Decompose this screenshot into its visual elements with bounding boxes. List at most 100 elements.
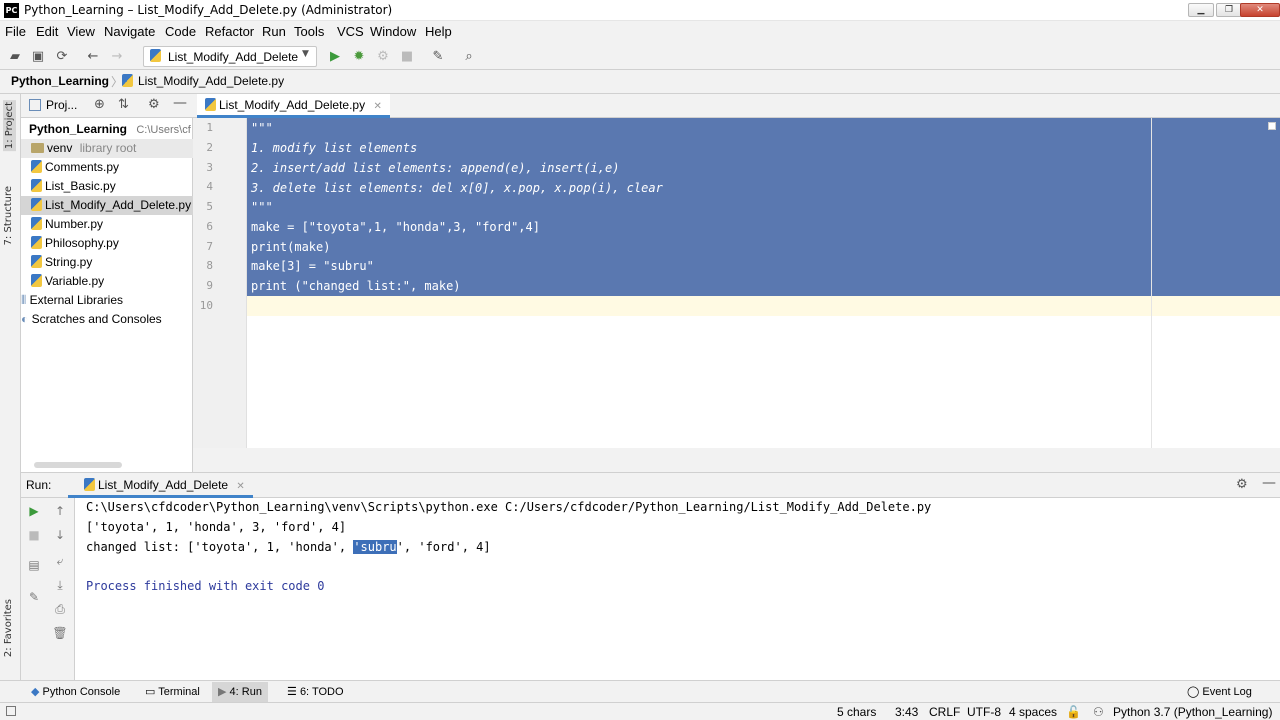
save-icon[interactable]: ▣ — [29, 48, 47, 66]
close-tab-icon[interactable]: ✕ — [373, 101, 381, 112]
line-number: 8 — [206, 259, 213, 272]
terminal-tab[interactable]: ▭ Terminal — [141, 684, 204, 700]
stop-icon[interactable]: ■ — [25, 526, 43, 544]
tree-item-venv[interactable]: venv library root — [21, 139, 193, 158]
todo-label: 6: TODO — [299, 686, 344, 698]
scroll-down-icon[interactable]: ↓ — [51, 526, 69, 544]
hide-panel-icon[interactable]: — — [173, 95, 187, 111]
tree-item-file[interactable]: Variable.py — [21, 272, 193, 291]
event-log-label: Event Log — [1202, 686, 1252, 698]
minimize-button[interactable]: ▁ — [1188, 3, 1214, 17]
trash-icon[interactable]: 🗑 — [51, 624, 69, 642]
project-tool-tab[interactable]: 1: Project — [3, 100, 16, 152]
menu-tools[interactable]: Tools — [294, 24, 324, 39]
search-icon[interactable]: ⌕ — [460, 48, 478, 66]
code-line: """ — [251, 200, 273, 214]
event-log-tab[interactable]: ◯ Event Log — [1183, 684, 1256, 700]
project-view-dropdown[interactable]: Proj... — [46, 98, 77, 112]
line-number: 7 — [206, 240, 213, 253]
scroll-up-icon[interactable]: ↑ — [51, 502, 69, 520]
code-line: make = ["toyota",1, "honda",3, "ford",4] — [251, 220, 540, 234]
print-icon[interactable]: ⎙ — [51, 600, 69, 618]
python-console-tab[interactable]: ◆ Python Console — [27, 684, 124, 700]
chevron-down-icon: ▼ — [302, 49, 309, 59]
tree-item-file[interactable]: String.py — [21, 253, 193, 272]
line-separator[interactable]: CRLF — [929, 705, 960, 719]
breadcrumb-file[interactable]: List_Modify_Add_Delete.py — [138, 74, 284, 88]
open-folder-icon[interactable]: ▰ — [6, 48, 24, 66]
back-arrow-icon[interactable]: ← — [84, 48, 102, 66]
maximize-button[interactable]: ❐ — [1216, 3, 1242, 17]
todo-tab[interactable]: ☰ 6: TODO — [283, 684, 348, 700]
file-encoding[interactable]: UTF-8 — [967, 705, 1001, 719]
code-line: 2. insert/add list elements: append(e), … — [251, 161, 620, 175]
terminal-label: Terminal — [158, 686, 200, 698]
menu-edit[interactable]: Edit — [36, 24, 58, 39]
tree-item-scratches[interactable]: ◐ Scratches and Consoles — [21, 310, 193, 329]
tree-item-file-selected[interactable]: List_Modify_Add_Delete.py — [21, 196, 193, 215]
stop-icon[interactable]: ■ — [398, 48, 416, 66]
menu-view[interactable]: View — [67, 24, 95, 39]
tree-item-external-libraries[interactable]: ⦀ External Libraries — [21, 291, 193, 310]
debug-icon[interactable]: ✹ — [350, 48, 368, 66]
sync-icon[interactable]: ⟳ — [53, 48, 71, 66]
run-configuration-dropdown[interactable]: List_Modify_Add_Delete ▼ — [143, 46, 317, 67]
hide-panel-icon[interactable]: — — [1262, 475, 1276, 491]
project-root-name: Python_Learning — [29, 122, 128, 136]
horizontal-scrollbar[interactable] — [34, 462, 122, 468]
run-configuration-label: List_Modify_Add_Delete — [168, 50, 299, 64]
file-label: List_Basic.py — [45, 179, 116, 193]
run-panel-header: Run: List_Modify_Add_Delete ✕ ⚙ — — [21, 472, 1280, 498]
run-tab[interactable]: List_Modify_Add_Delete ✕ — [68, 473, 253, 498]
structure-tool-tab[interactable]: 7: Structure — [3, 186, 14, 245]
menu-navigate[interactable]: Navigate — [104, 24, 155, 39]
tree-item-file[interactable]: List_Basic.py — [21, 177, 193, 196]
menu-file[interactable]: File — [5, 24, 26, 39]
toggle-tool-windows-icon[interactable] — [6, 706, 16, 716]
coverage-icon[interactable]: ⚙ — [374, 48, 392, 66]
menu-run[interactable]: Run — [262, 24, 286, 39]
lock-icon[interactable]: 🔓 — [1066, 705, 1081, 719]
scroll-to-end-icon[interactable]: ⤓ — [51, 576, 69, 594]
close-button[interactable]: ✕ — [1240, 3, 1280, 17]
project-panel-header: Proj... ⊕ ⇅ ⚙ — — [21, 94, 193, 118]
venv-hint: library root — [79, 141, 137, 155]
tree-item-file[interactable]: Number.py — [21, 215, 193, 234]
menu-window[interactable]: Window — [370, 24, 416, 39]
file-label: String.py — [45, 255, 93, 269]
python-file-icon — [31, 217, 42, 230]
inspection-status-icon[interactable] — [1268, 122, 1276, 130]
layout-icon[interactable]: ▤ — [25, 556, 43, 574]
collapse-all-icon[interactable]: ⇅ — [118, 97, 129, 112]
python-file-icon — [84, 478, 95, 491]
interpreter-selector[interactable]: Python 3.7 (Python_Learning) — [1113, 705, 1272, 719]
cursor-position[interactable]: 3:43 — [895, 705, 918, 719]
gear-icon[interactable]: ⚙ — [148, 97, 160, 112]
favorites-tool-tab[interactable]: 2: Favorites — [3, 599, 14, 657]
menu-vcs[interactable]: VCS — [337, 24, 364, 39]
gear-icon[interactable]: ⚙ — [1236, 477, 1248, 492]
current-line-highlight — [247, 296, 1280, 316]
project-root-path: C:\Users\cf — [136, 124, 191, 136]
tree-root-project[interactable]: Python_Learning C:\Users\cf — [21, 120, 193, 139]
python-icon: ◆ — [31, 686, 40, 698]
run-tool-tab[interactable]: ▶ 4: Run — [212, 682, 268, 702]
indent-setting[interactable]: 4 spaces — [1009, 705, 1057, 719]
menu-code[interactable]: Code — [165, 24, 196, 39]
soft-wrap-icon[interactable]: ⤶ — [51, 552, 69, 570]
wrench-icon[interactable]: ✎ — [429, 48, 447, 66]
selection-count: 5 chars — [837, 705, 877, 719]
rerun-icon[interactable]: ▶ — [25, 502, 43, 520]
tree-item-file[interactable]: Comments.py — [21, 158, 193, 177]
python-console-label: Python Console — [42, 686, 121, 698]
breadcrumb-project[interactable]: Python_Learning — [11, 74, 109, 88]
close-tab-icon[interactable]: ✕ — [236, 481, 244, 492]
editor-tab[interactable]: List_Modify_Add_Delete.py ✕ — [197, 94, 390, 118]
run-icon[interactable]: ▶ — [326, 48, 344, 66]
tree-item-file[interactable]: Philosophy.py — [21, 234, 193, 253]
forward-arrow-icon[interactable]: → — [108, 48, 126, 66]
pin-icon[interactable]: ✎ — [25, 588, 43, 606]
menu-refactor[interactable]: Refactor — [205, 24, 254, 39]
locate-icon[interactable]: ⊕ — [94, 97, 105, 112]
menu-help[interactable]: Help — [425, 24, 452, 39]
